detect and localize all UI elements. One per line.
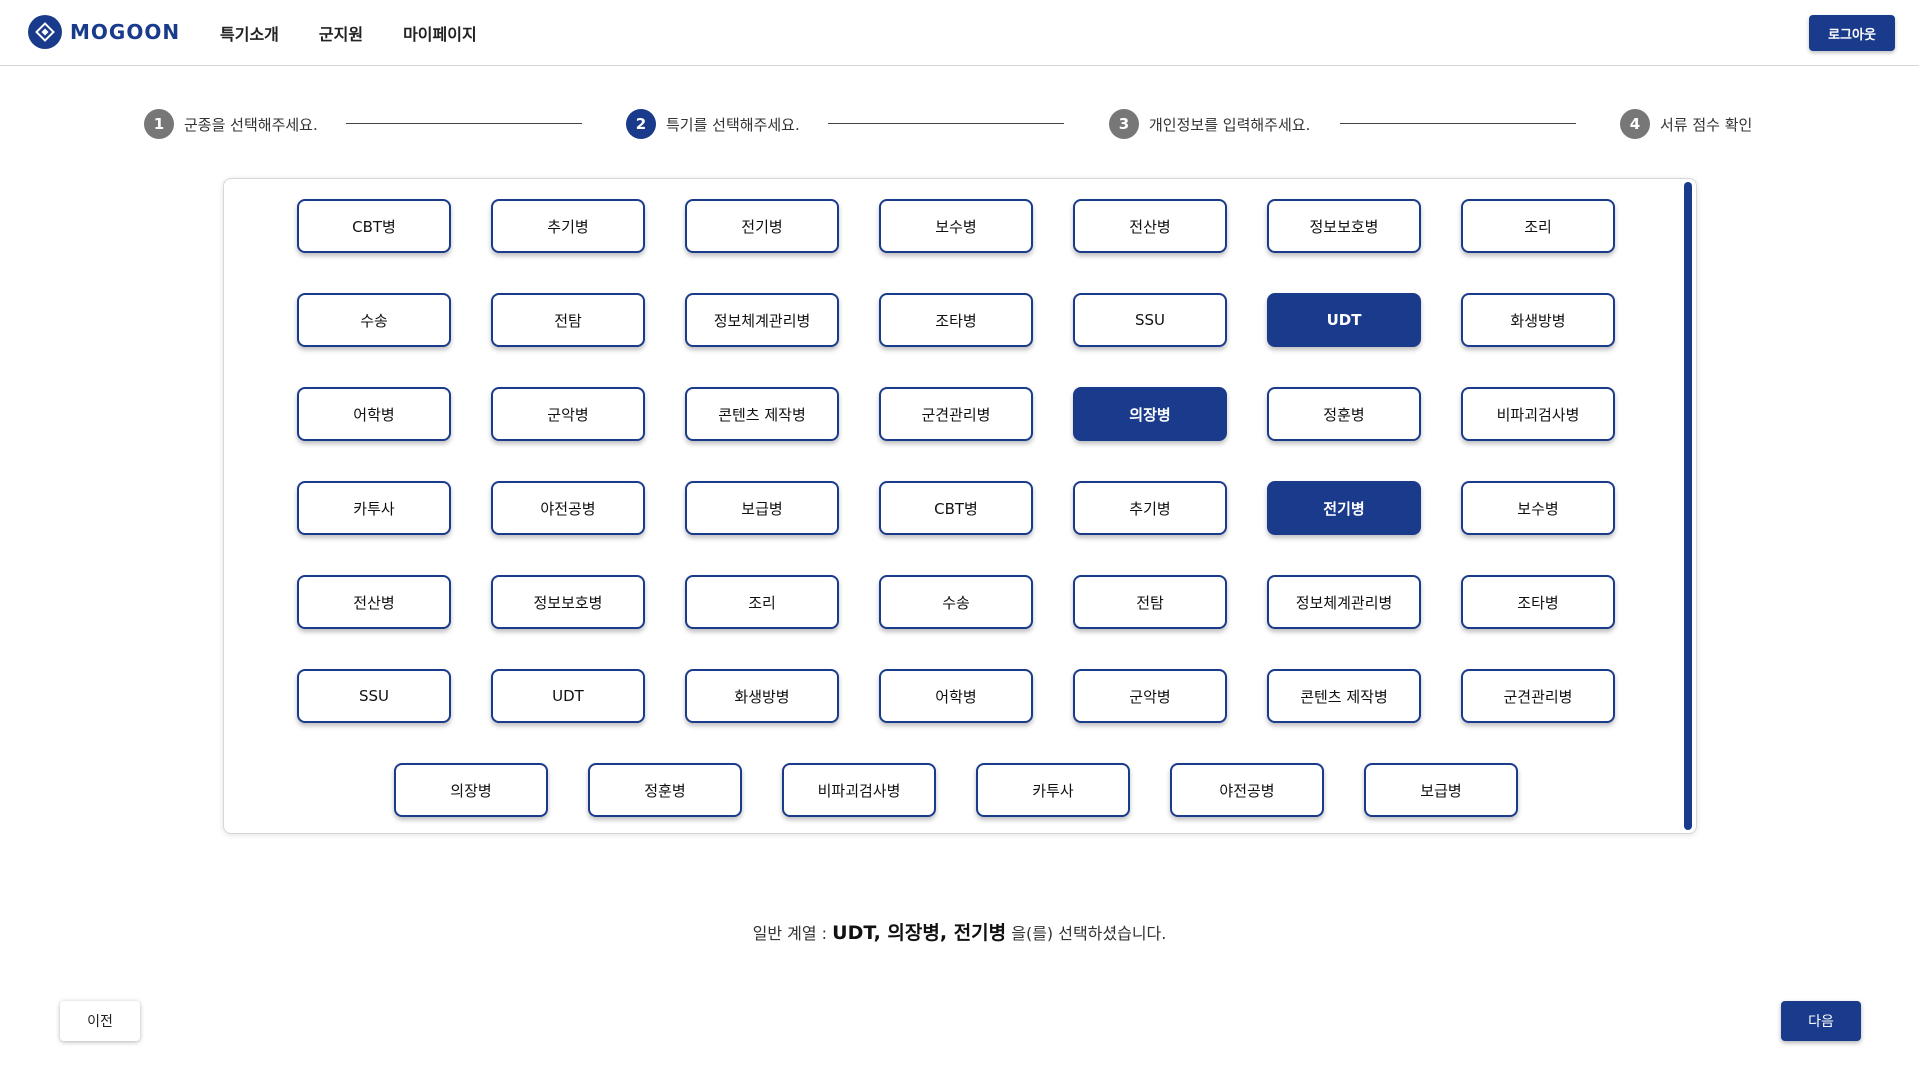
nav-item-specialty-intro[interactable]: 특기소개 xyxy=(220,21,279,45)
logo[interactable]: MOGOON xyxy=(28,15,180,49)
specialty-chip[interactable]: 보수병 xyxy=(1461,481,1615,535)
step-connector xyxy=(828,123,1064,124)
progress-stepper: 1 군종을 선택해주세요. 2 특기를 선택해주세요. 3 개인정보를 입력해주… xyxy=(0,109,1919,139)
summary-prefix: 일반 계열 : xyxy=(752,924,833,943)
specialty-chip[interactable]: 보급병 xyxy=(685,481,839,535)
specialty-chip[interactable]: SSU xyxy=(297,669,451,723)
specialty-chip[interactable]: 전탐 xyxy=(491,293,645,347)
specialty-chip[interactable]: 군견관리병 xyxy=(1461,669,1615,723)
step-number: 2 xyxy=(626,109,656,139)
nav-item-military-apply[interactable]: 군지원 xyxy=(319,21,363,45)
specialty-chip[interactable]: 정훈병 xyxy=(588,763,742,817)
specialty-chip[interactable]: 전탐 xyxy=(1073,575,1227,629)
specialty-chip[interactable]: 군견관리병 xyxy=(879,387,1033,441)
step-label: 특기를 선택해주세요. xyxy=(666,115,800,134)
summary-suffix: 을(를) 선택하셨습니다. xyxy=(1006,924,1167,943)
step-number: 3 xyxy=(1109,109,1139,139)
specialty-chip[interactable]: 콘텐츠 제작병 xyxy=(685,387,839,441)
specialty-chip[interactable]: 화생방병 xyxy=(1461,293,1615,347)
step-connector xyxy=(1340,123,1576,124)
specialty-chip[interactable]: 보급병 xyxy=(1364,763,1518,817)
step-number: 1 xyxy=(144,109,174,139)
step-4: 4 서류 점수 확인 xyxy=(1620,109,1752,139)
step-2: 2 특기를 선택해주세요. xyxy=(626,109,800,139)
next-button[interactable]: 다음 xyxy=(1781,1001,1861,1041)
specialty-chip[interactable]: 전기병 xyxy=(1267,481,1421,535)
specialty-chip[interactable]: 수송 xyxy=(879,575,1033,629)
specialty-chip[interactable]: 야전공병 xyxy=(1170,763,1324,817)
specialty-chip[interactable]: 어학병 xyxy=(879,669,1033,723)
logo-diamond-icon xyxy=(28,15,62,49)
specialty-chip[interactable]: 화생방병 xyxy=(685,669,839,723)
specialty-chip[interactable]: 정보체계관리병 xyxy=(685,293,839,347)
specialty-chip[interactable]: 카투사 xyxy=(976,763,1130,817)
logo-text: MOGOON xyxy=(70,20,181,44)
specialty-chip[interactable]: 조리 xyxy=(1461,199,1615,253)
specialty-chip[interactable]: 비파괴검사병 xyxy=(1461,387,1615,441)
step-3: 3 개인정보를 입력해주세요. xyxy=(1109,109,1310,139)
specialty-chip[interactable]: 추기병 xyxy=(491,199,645,253)
specialty-chip[interactable]: 정훈병 xyxy=(1267,387,1421,441)
specialty-chip[interactable]: 전산병 xyxy=(1073,199,1227,253)
specialty-chip[interactable]: 조타병 xyxy=(1461,575,1615,629)
specialty-chip[interactable]: 조리 xyxy=(685,575,839,629)
specialty-chip[interactable]: 군악병 xyxy=(1073,669,1227,723)
step-label: 개인정보를 입력해주세요. xyxy=(1149,115,1311,134)
specialty-chip[interactable]: 추기병 xyxy=(1073,481,1227,535)
specialty-chip[interactable]: 야전공병 xyxy=(491,481,645,535)
logout-button[interactable]: 로그아웃 xyxy=(1809,15,1895,51)
nav-item-mypage[interactable]: 마이페이지 xyxy=(403,21,477,45)
specialty-chip[interactable]: 조타병 xyxy=(879,293,1033,347)
specialty-chip[interactable]: 정보보호병 xyxy=(1267,199,1421,253)
specialty-chip[interactable]: 의장병 xyxy=(394,763,548,817)
step-label: 서류 점수 확인 xyxy=(1660,115,1753,134)
step-label: 군종을 선택해주세요. xyxy=(184,115,318,134)
prev-button[interactable]: 이전 xyxy=(60,1001,140,1041)
specialty-chip[interactable]: UDT xyxy=(491,669,645,723)
specialty-chip[interactable]: 전기병 xyxy=(685,199,839,253)
step-number: 4 xyxy=(1620,109,1650,139)
step-connector xyxy=(346,123,582,124)
specialty-chip[interactable]: 전산병 xyxy=(297,575,451,629)
specialty-chip[interactable]: SSU xyxy=(1073,293,1227,347)
specialty-chip[interactable]: 콘텐츠 제작병 xyxy=(1267,669,1421,723)
step-1: 1 군종을 선택해주세요. xyxy=(144,109,318,139)
specialty-chip[interactable]: 수송 xyxy=(297,293,451,347)
top-header: MOGOON 특기소개 군지원 마이페이지 로그아웃 xyxy=(0,0,1919,66)
scrollbar[interactable] xyxy=(1684,182,1692,830)
specialty-chip[interactable]: 비파괴검사병 xyxy=(782,763,936,817)
main-nav: 특기소개 군지원 마이페이지 xyxy=(220,21,477,45)
specialty-chip[interactable]: 어학병 xyxy=(297,387,451,441)
specialty-chip[interactable]: UDT xyxy=(1267,293,1421,347)
specialty-chip[interactable]: 보수병 xyxy=(879,199,1033,253)
specialty-chip[interactable]: 군악병 xyxy=(491,387,645,441)
specialty-chip[interactable]: CBT병 xyxy=(297,199,451,253)
specialty-chip[interactable]: 의장병 xyxy=(1073,387,1227,441)
specialty-chip[interactable]: CBT병 xyxy=(879,481,1033,535)
specialty-chip[interactable]: 정보보호병 xyxy=(491,575,645,629)
specialty-grid-panel: CBT병 추기병 전기병 보수병 전산병 정보보호병 조리 수송 전탐 정보체계관리병 조타병 SSU… xyxy=(223,178,1697,834)
specialty-chip[interactable]: 카투사 xyxy=(297,481,451,535)
summary-picked: UDT, 의장병, 전기병 xyxy=(832,922,1007,944)
selection-summary: 일반 계열 : UDT, 의장병, 전기병 을(를) 선택하셨습니다. xyxy=(0,918,1919,945)
specialty-chip[interactable]: 정보체계관리병 xyxy=(1267,575,1421,629)
